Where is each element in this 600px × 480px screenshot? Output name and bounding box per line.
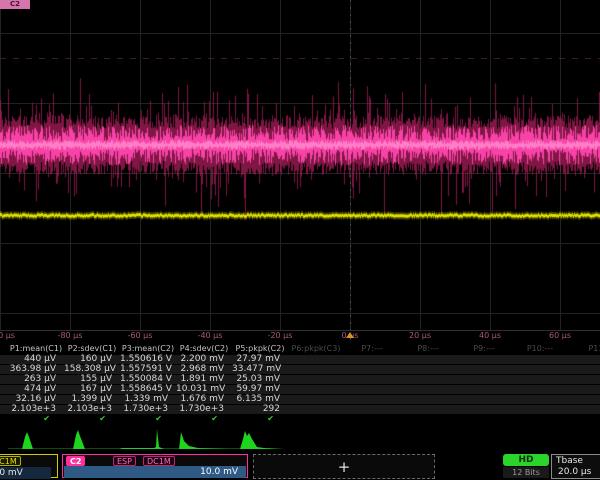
measure-cell: 2.103e+3: [64, 405, 120, 414]
measure-row-max: 474 µV 167 µV 1.558645 V 10.031 mV 59.97…: [0, 384, 600, 394]
status-check-icon: ✔: [64, 414, 120, 424]
add-trace-button[interactable]: +: [253, 454, 435, 479]
trace-label-badge: C2: [0, 0, 30, 9]
channel-c1-descriptor[interactable]: DC1M 10.0 mV: [0, 454, 58, 478]
timebase-descriptor[interactable]: Tbase 20.0 µs: [551, 454, 600, 479]
measure-cell: 6.135 mV: [232, 395, 288, 404]
measure-cell: 160 µV: [64, 355, 120, 364]
param-header[interactable]: P10:---: [512, 344, 568, 354]
measure-cell: 158.308 µV: [64, 365, 120, 374]
param-header[interactable]: P9:---: [456, 344, 512, 354]
param-header[interactable]: P1:mean(C1): [8, 344, 64, 354]
measure-cell: 1.676 mV: [176, 395, 232, 404]
param-header[interactable]: P4:sdev(C2): [176, 344, 232, 354]
time-tick-label: -80 µs: [58, 331, 83, 340]
histicon-p4[interactable]: [176, 427, 228, 451]
status-check-icon: ✔: [8, 414, 64, 424]
measure-cell: 1.730e+3: [120, 405, 176, 414]
status-check-icon: ✔: [120, 414, 176, 424]
measure-cell: 1.550084 V: [120, 375, 176, 384]
histicon-p2[interactable]: [64, 427, 116, 451]
param-header[interactable]: P7:---: [344, 344, 400, 354]
waveform-canvas[interactable]: [0, 0, 600, 330]
channel-c2-descriptor[interactable]: C2 ESP DC1M 10.0 mV: [62, 454, 248, 478]
waveform-grid[interactable]: C2: [0, 0, 600, 331]
time-tick-label: -20 µs: [268, 331, 293, 340]
measure-cell: 155 µV: [64, 375, 120, 384]
c2-scale-value: 10.0 mV: [64, 466, 246, 478]
measure-row-sdev: 32.16 µV 1.399 µV 1.339 mV 1.676 mV 6.13…: [0, 394, 600, 404]
measure-cell: 2.200 mV: [176, 355, 232, 364]
measure-header-row: P1:mean(C1) P2:sdev(C1) P3:mean(C2) P4:s…: [0, 344, 600, 354]
histicon-row: [0, 427, 600, 451]
c2-coupling-chip: DC1M: [143, 456, 175, 466]
measure-cell: 1.339 mV: [120, 395, 176, 404]
measure-cell: 1.557591 V: [120, 365, 176, 374]
measure-cell: 1.558645 V: [120, 385, 176, 394]
measure-cell: 474 µV: [8, 385, 64, 394]
measure-row-num: 2.103e+3 2.103e+3 1.730e+3 1.730e+3 292: [0, 404, 600, 414]
measure-cell: 1.399 µV: [64, 395, 120, 404]
c1-coupling-chip: DC1M: [0, 456, 21, 466]
c1-scale-value: 10.0 mV: [0, 467, 51, 479]
timebase-label: Tbase: [556, 456, 583, 466]
measure-row-value: 440 µV 160 µV 1.550616 V 2.200 mV 27.97 …: [0, 354, 600, 364]
param-header[interactable]: P11: [568, 344, 600, 354]
time-tick-label: -40 µs: [198, 331, 223, 340]
measure-cell: 167 µV: [64, 385, 120, 394]
param-header[interactable]: P2:sdev(C1): [64, 344, 120, 354]
measure-cell: 2.103e+3: [8, 405, 64, 414]
measure-cell: 263 µV: [8, 375, 64, 384]
measure-cell: 59.97 mV: [232, 385, 288, 394]
time-tick-label: 60 µs: [549, 331, 571, 340]
measure-row-status: ✔ ✔ ✔ ✔ ✔: [0, 414, 600, 424]
status-check-icon: ✔: [176, 414, 232, 424]
measure-cell: 10.031 mV: [176, 385, 232, 394]
measure-cell: 32.16 µV: [8, 395, 64, 404]
measure-row-min: 263 µV 155 µV 1.550084 V 1.891 mV 25.03 …: [0, 374, 600, 384]
oscilloscope-screen: C2 -100 µs -80 µs -60 µs -40 µs -20 µs 0…: [0, 0, 600, 480]
measure-cell: 363.98 µV: [8, 365, 64, 374]
histicon-p3[interactable]: [120, 427, 172, 451]
histicon-p5[interactable]: [232, 427, 284, 451]
measure-row-mean: 363.98 µV 158.308 µV 1.557591 V 2.968 mV…: [0, 364, 600, 374]
measurement-table: P1:mean(C1) P2:sdev(C1) P3:mean(C2) P4:s…: [0, 344, 600, 424]
measure-cell: 1.550616 V: [120, 355, 176, 364]
time-tick-label: 20 µs: [409, 331, 431, 340]
measure-cell: 33.477 mV: [232, 365, 288, 374]
hd-mode-group: HD 12 Bits: [503, 454, 549, 479]
status-check-icon: ✔: [232, 414, 288, 424]
measure-cell: 27.97 mV: [232, 355, 288, 364]
hd-badge[interactable]: HD: [503, 454, 549, 466]
measure-cell: 1.891 mV: [176, 375, 232, 384]
hd-bits-label: 12 Bits: [503, 467, 549, 478]
time-tick-label: -100 µs: [0, 331, 15, 340]
time-tick-label: 40 µs: [479, 331, 501, 340]
param-header[interactable]: P3:mean(C2): [120, 344, 176, 354]
measure-cell: 25.03 mV: [232, 375, 288, 384]
param-header[interactable]: P8:---: [400, 344, 456, 354]
measure-cell: 440 µV: [8, 355, 64, 364]
time-axis: -100 µs -80 µs -60 µs -40 µs -20 µs 0 µs…: [0, 330, 600, 343]
trigger-position-marker-icon[interactable]: [346, 332, 354, 338]
c2-esp-chip: ESP: [113, 456, 136, 466]
measure-cell: 292: [232, 405, 288, 414]
c2-label: C2: [66, 456, 85, 466]
histicon-p1[interactable]: [8, 427, 60, 451]
measure-cell: 2.968 mV: [176, 365, 232, 374]
measure-cell: 1.730e+3: [176, 405, 232, 414]
descriptor-bar: DC1M 10.0 mV C2 ESP DC1M 10.0 mV + HD 12…: [0, 454, 600, 480]
timebase-value: 20.0 µs: [558, 467, 591, 477]
time-tick-label: -60 µs: [128, 331, 153, 340]
param-header[interactable]: P5:pkpk(C2): [232, 344, 288, 354]
param-header[interactable]: P6:pkpk(C3): [288, 344, 344, 354]
